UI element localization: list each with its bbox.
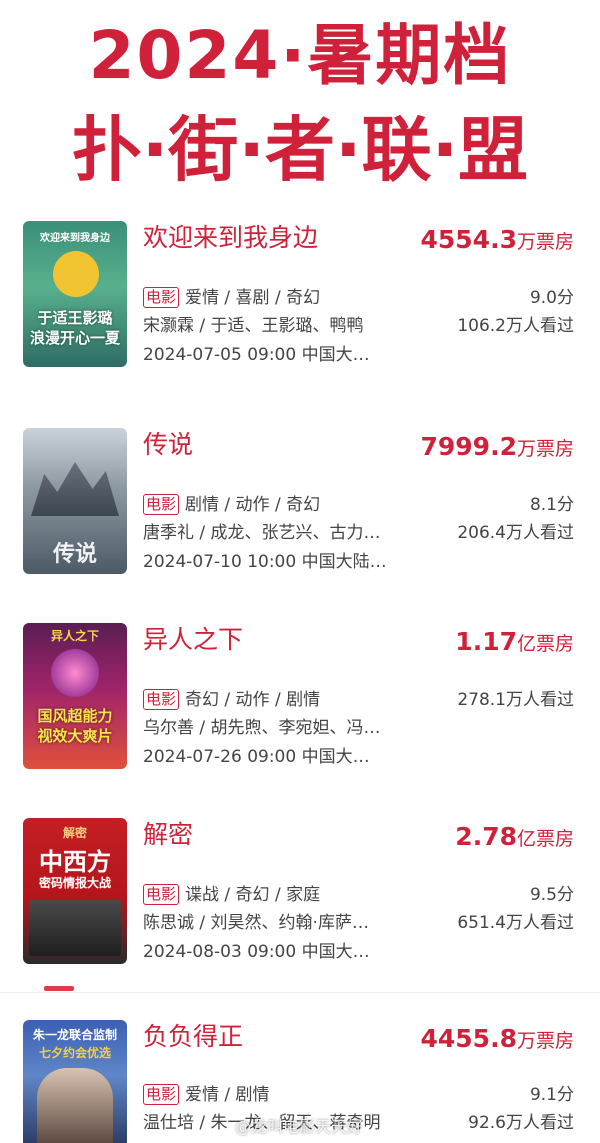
movie-type-badge: 电影 — [143, 287, 180, 308]
genre-row: 电影 谍战 / 奇幻 / 家庭 — [143, 882, 320, 908]
poster-title-text: 欢迎来到我身边 — [40, 233, 110, 244]
poster-headline-text: 中西方 — [39, 848, 111, 876]
viewers-count: 278.1万人看过 — [457, 690, 574, 710]
movie-type-badge: 电影 — [143, 1084, 180, 1105]
movie-poster[interactable]: 传说 — [23, 428, 127, 574]
box-office-unit: 万票房 — [516, 1030, 574, 1052]
movie-title[interactable]: 欢迎来到我身边 — [143, 221, 318, 255]
poster-title-text: 异人之下 — [50, 629, 99, 643]
movie-poster[interactable]: 解密 中西方 密码情报大战 — [23, 818, 127, 964]
poster-cast-text: 于适王影璐 — [37, 309, 113, 327]
box-office-unit: 万票房 — [516, 231, 574, 253]
genre-row: 电影 爱情 / 剧情 — [143, 1082, 270, 1108]
score: 9.1分 — [529, 1085, 574, 1105]
box-office-unit: 万票房 — [516, 438, 574, 460]
headline-year: 2024·暑期档 — [88, 17, 512, 94]
genres: 剧情 / 动作 / 奇幻 — [185, 495, 321, 515]
movie-title[interactable]: 传说 — [143, 428, 193, 462]
cast: 陈思诚 / 刘昊然、约翰·库萨… — [143, 913, 369, 933]
viewers-count: 92.6万人看过 — [468, 1113, 574, 1133]
poster-slogan-text: 七夕约会优选 — [38, 1046, 111, 1060]
movie-title[interactable]: 解密 — [143, 818, 193, 852]
movie-card-1[interactable]: 欢迎来到我身边 于适王影璐 浪漫开心一夏 欢迎来到我身边 4554.3万票房 电… — [0, 221, 600, 411]
poster-producer-text: 朱一龙联合监制 — [32, 1028, 117, 1042]
genres: 谍战 / 奇幻 / 家庭 — [185, 885, 321, 905]
cast: 乌尔善 / 胡先煦、李宛妲、冯… — [143, 718, 381, 738]
poster-warriors-shape — [31, 462, 119, 516]
genre-row: 电影 剧情 / 动作 / 奇幻 — [143, 492, 320, 518]
genres: 奇幻 / 动作 / 剧情 — [185, 690, 321, 710]
watermark-text: @龙叫电影天天好 — [235, 1117, 364, 1136]
movie-type-badge: 电影 — [143, 884, 180, 905]
box-office: 1.17亿票房 — [455, 625, 574, 662]
poster-title-text: 传说 — [52, 541, 97, 567]
poster-slogan-text: 密码情报大战 — [38, 876, 111, 890]
release-info: 2024-07-05 09:00 中国大… — [143, 345, 370, 365]
movie-card-3[interactable]: 异人之下 国风超能力 视效大爽片 异人之下 1.17亿票房 电影 奇幻 / 动作 … — [0, 623, 600, 813]
poster-slogan-1: 国风超能力 — [37, 707, 113, 725]
box-office: 7999.2万票房 — [421, 430, 575, 467]
poster-slogan-2: 视效大爽片 — [37, 727, 113, 745]
box-office: 4455.8万票房 — [421, 1022, 575, 1059]
genres: 爱情 / 剧情 — [185, 1085, 270, 1105]
score: 9.5分 — [529, 885, 574, 905]
release-info: 2024-08-03 09:00 中国大… — [143, 942, 370, 962]
poster-title-text: 解密 — [62, 826, 87, 840]
box-office-unit: 亿票房 — [516, 828, 574, 850]
movie-title[interactable]: 负负得正 — [143, 1020, 243, 1054]
genre-row: 电影 奇幻 / 动作 / 剧情 — [143, 687, 320, 713]
movie-poster[interactable]: 异人之下 国风超能力 视效大爽片 — [23, 623, 127, 769]
poster-slogan-text: 浪漫开心一夏 — [29, 329, 120, 347]
movie-poster[interactable]: 朱一龙联合监制 七夕约会优选 — [23, 1020, 127, 1143]
poster-sun-shape — [53, 251, 99, 297]
viewers-count: 206.4万人看过 — [457, 523, 574, 543]
score: 8.1分 — [529, 495, 574, 515]
box-office-value: 7999.2 — [420, 432, 517, 461]
box-office-value: 1.17 — [455, 627, 517, 656]
viewers-count: 106.2万人看过 — [457, 316, 574, 336]
movie-card-4[interactable]: 解密 中西方 密码情报大战 解密 2.78亿票房 电影 谍战 / 奇幻 / 家庭 … — [0, 818, 600, 1008]
movie-title[interactable]: 异人之下 — [143, 623, 243, 657]
genres: 爱情 / 喜剧 / 奇幻 — [185, 288, 321, 308]
genre-row: 电影 爱情 / 喜剧 / 奇幻 — [143, 285, 320, 311]
box-office: 2.78亿票房 — [455, 820, 574, 857]
box-office-value: 4554.3 — [420, 225, 517, 254]
headline-group: 扑·街·者·联·盟 — [71, 109, 529, 191]
viewers-count: 651.4万人看过 — [457, 913, 574, 933]
movie-type-badge: 电影 — [143, 689, 180, 710]
movie-type-badge: 电影 — [143, 494, 180, 515]
scroll-indicator — [44, 986, 74, 991]
box-office-unit: 亿票房 — [516, 633, 574, 655]
section-divider — [0, 992, 600, 993]
poster-energy-shape — [51, 649, 99, 697]
score: 9.0分 — [529, 288, 574, 308]
release-info: 2024-07-10 10:00 中国大陆… — [143, 552, 387, 572]
box-office-value: 4455.8 — [420, 1024, 517, 1053]
poster-scene-shape — [29, 900, 121, 956]
poster-portrait-shape — [37, 1068, 113, 1143]
box-office: 4554.3万票房 — [421, 223, 575, 260]
cast: 宋灏霖 / 于适、王影璐、鸭鸭 — [143, 316, 364, 336]
box-office-value: 2.78 — [455, 822, 517, 851]
movie-card-2[interactable]: 传说 传说 7999.2万票房 电影 剧情 / 动作 / 奇幻 8.1分 唐季礼 … — [0, 428, 600, 618]
cast: 唐季礼 / 成龙、张艺兴、古力… — [143, 523, 381, 543]
movie-poster[interactable]: 欢迎来到我身边 于适王影璐 浪漫开心一夏 — [23, 221, 127, 367]
release-info: 2024-07-26 09:00 中国大… — [143, 747, 370, 767]
